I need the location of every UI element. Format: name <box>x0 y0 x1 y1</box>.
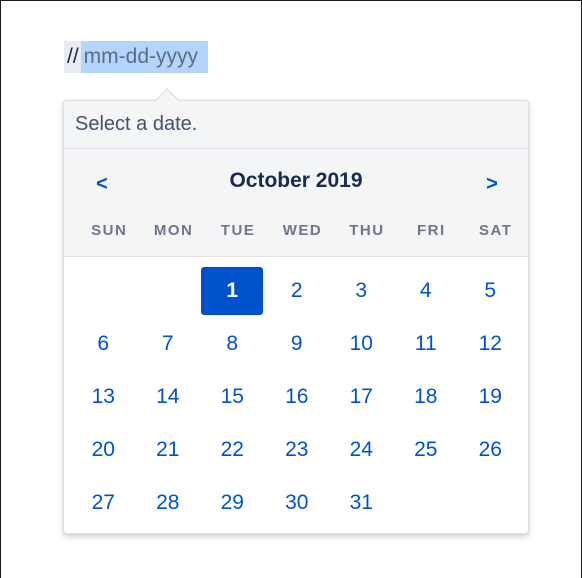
calendar-day[interactable]: 2 <box>265 267 330 320</box>
calendar-day[interactable]: 25 <box>394 426 459 479</box>
weekday-label: MON <box>153 222 194 239</box>
weekday-label: WED <box>282 222 323 239</box>
calendar-day[interactable]: 24 <box>329 426 394 479</box>
calendar-day-number[interactable]: 15 <box>201 373 263 421</box>
calendar-day-number[interactable]: 8 <box>201 320 263 368</box>
calendar-week-row: 12345 <box>71 267 528 320</box>
month-title: October 2019 <box>229 169 363 192</box>
calendar-day[interactable]: 20 <box>71 426 136 479</box>
calendar-day-selected[interactable]: 1 <box>200 267 265 320</box>
calendar-empty-cell <box>71 267 136 320</box>
calendar-day-number[interactable]: 31 <box>330 479 392 527</box>
calendar-day[interactable]: 17 <box>329 373 394 426</box>
calendar-day-number[interactable]: 2 <box>266 267 328 315</box>
calendar-day[interactable]: 11 <box>394 320 459 373</box>
date-macro-input[interactable]: // mm-dd-yyyy <box>64 40 209 74</box>
calendar-day-number[interactable]: 30 <box>266 479 328 527</box>
weekday-header-row: SUN MON TUE WED THU FRI SAT <box>64 219 528 257</box>
calendar-empty-cell <box>394 479 459 532</box>
calendar-day[interactable]: 13 <box>71 373 136 426</box>
calendar-week-row: 20 21 22 23 24 25 26 <box>71 426 528 479</box>
calendar-grid: 1 2 3 4 5 6 7 8 9 10 11 12 13 14 15 16 17 18 19 20 21 22 23 24 2… <box>64 257 528 532</box>
calendar-day-number[interactable]: 12 <box>459 320 521 368</box>
calendar-day-number[interactable]: 21 <box>137 426 199 474</box>
calendar-day[interactable]: 15 <box>200 373 265 426</box>
empty-day-slot <box>395 479 457 527</box>
calendar-day-number[interactable]: 27 <box>72 479 134 527</box>
calendar-day-number[interactable]: 26 <box>459 426 521 474</box>
calendar-week-row: 27 28 29 30 31 <box>71 479 528 532</box>
weekday-label: TUE <box>220 222 256 239</box>
calendar-day-number[interactable]: 16 <box>266 373 328 421</box>
calendar-day[interactable]: 19 <box>458 373 523 426</box>
calendar-empty-cell <box>458 479 523 532</box>
calendar-day[interactable]: 18 <box>394 373 459 426</box>
date-placeholder[interactable]: mm-dd-yyyy <box>80 41 209 73</box>
calendar-day[interactable]: 29 <box>200 479 265 532</box>
calendar-day[interactable]: 30 <box>265 479 330 532</box>
weekday-label: FRI <box>416 222 446 239</box>
date-picker-popup: Select a date. < October 2019 > SUN MON TU… <box>63 100 529 534</box>
calendar-day-number[interactable]: 29 <box>201 479 263 527</box>
calendar-day-number[interactable]: 4 <box>395 267 457 315</box>
date-picker-hint: Select a date. <box>64 101 528 149</box>
calendar-empty-cell <box>136 267 201 320</box>
calendar-day[interactable]: 4 <box>394 267 459 320</box>
calendar-week-row: 13 14 15 16 17 18 19 <box>71 373 528 426</box>
popup-pointer-fill <box>155 90 179 102</box>
calendar-day-number[interactable]: 7 <box>137 320 199 368</box>
calendar-day[interactable]: 14 <box>136 373 201 426</box>
calendar-day-number[interactable]: 10 <box>330 320 392 368</box>
calendar-day-number[interactable]: 19 <box>459 373 521 421</box>
calendar-day[interactable]: 10 <box>329 320 394 373</box>
empty-day-slot <box>72 267 134 315</box>
calendar-day[interactable]: 6 <box>71 320 136 373</box>
calendar-day-number[interactable]: 13 <box>72 373 134 421</box>
calendar-day-number[interactable]: 14 <box>137 373 199 421</box>
calendar-day[interactable]: 3 <box>329 267 394 320</box>
calendar-day-number[interactable]: 5 <box>459 267 521 315</box>
calendar-day[interactable]: 5 <box>458 267 523 320</box>
calendar-day[interactable]: 16 <box>265 373 330 426</box>
calendar-day-number[interactable]: 25 <box>395 426 457 474</box>
calendar-header: < October 2019 > SUN MON TUE WED THU FRI SAT <box>64 149 528 257</box>
calendar-day-number[interactable]: 24 <box>330 426 392 474</box>
calendar-day-number[interactable]: 9 <box>266 320 328 368</box>
calendar-day-number[interactable]: 11 <box>395 320 457 368</box>
calendar-day-number[interactable]: 1 <box>201 267 264 315</box>
calendar-day[interactable]: 28 <box>136 479 201 532</box>
calendar-day[interactable]: 7 <box>136 320 201 373</box>
weekday-label: SAT <box>479 222 513 239</box>
calendar-day[interactable]: 9 <box>265 320 330 373</box>
calendar-day[interactable]: 26 <box>458 426 523 479</box>
calendar-day[interactable]: 21 <box>136 426 201 479</box>
calendar-day-number[interactable]: 3 <box>330 267 392 315</box>
calendar-day-number[interactable]: 28 <box>137 479 199 527</box>
calendar-day-number[interactable]: 18 <box>395 373 457 421</box>
calendar-day[interactable]: 27 <box>71 479 136 532</box>
empty-day-slot <box>137 267 199 315</box>
calendar-day-number[interactable]: 20 <box>72 426 134 474</box>
weekday-label: SUN <box>91 222 128 239</box>
calendar-day[interactable]: 23 <box>265 426 330 479</box>
calendar-day-number[interactable]: 23 <box>266 426 328 474</box>
date-macro-prefix: // <box>64 41 81 73</box>
month-navigation: < October 2019 > <box>64 149 528 219</box>
calendar-week-row: 6 7 8 9 10 11 12 <box>71 320 528 373</box>
calendar-day[interactable]: 31 <box>329 479 394 532</box>
calendar-day-number[interactable]: 17 <box>330 373 392 421</box>
calendar-day[interactable]: 8 <box>200 320 265 373</box>
calendar-day[interactable]: 22 <box>200 426 265 479</box>
empty-day-slot <box>459 479 521 527</box>
next-month-button[interactable]: > <box>477 169 507 199</box>
weekday-label: THU <box>349 222 385 239</box>
calendar-day-number[interactable]: 22 <box>201 426 263 474</box>
calendar-day[interactable]: 12 <box>458 320 523 373</box>
calendar-day-number[interactable]: 6 <box>72 320 134 368</box>
